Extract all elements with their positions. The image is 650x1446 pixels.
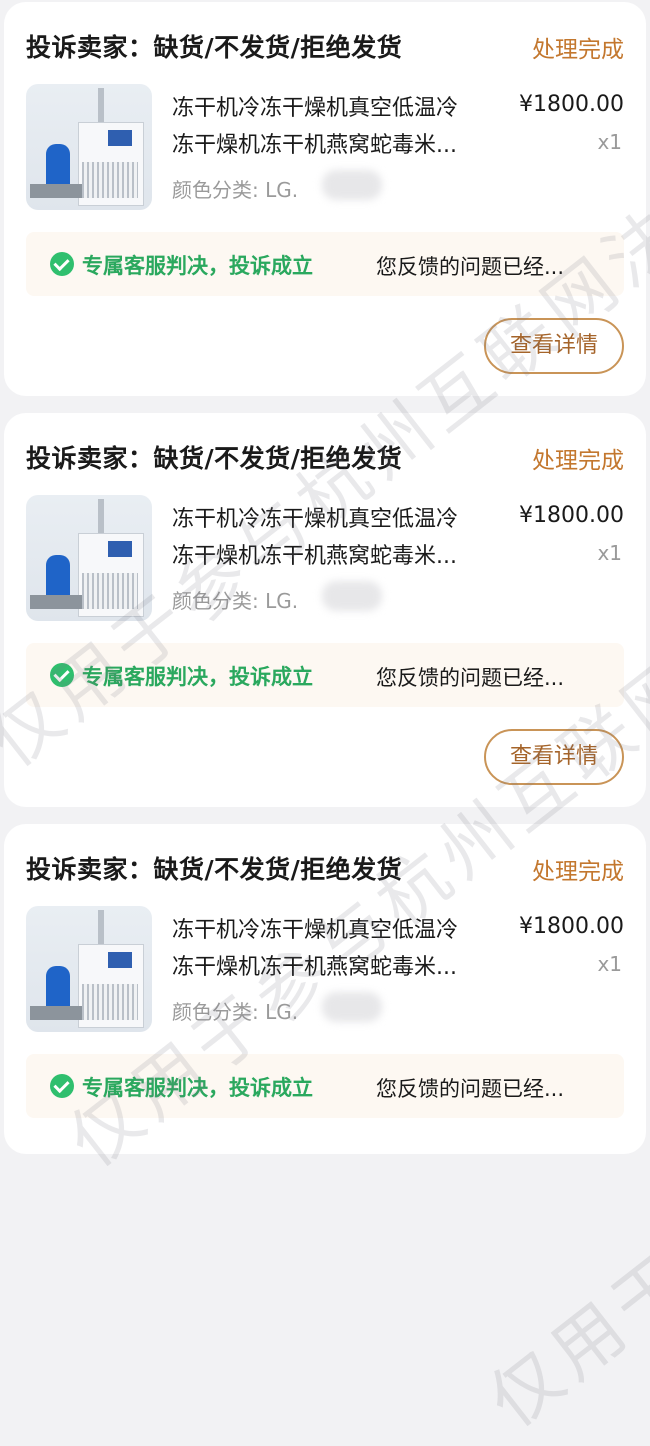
view-details-button[interactable]: 查看详情 xyxy=(484,318,624,374)
product-quantity: x1 xyxy=(597,130,622,154)
product-name-line2: 冻干燥机冻干机燕窝蛇毒米... xyxy=(172,544,457,569)
verdict-label: 专属客服判决，投诉成立 xyxy=(82,665,313,689)
product-variant: 颜色分类: LG. xyxy=(172,1000,299,1024)
complaint-title: 投诉卖家：缺货/不发货/拒绝发货 xyxy=(26,444,403,473)
verdict-bar[interactable]: 专属客服判决，投诉成立 您反馈的问题已经... xyxy=(26,1054,624,1118)
product-name-line1: 冻干机冷冻干燥机真空低温冷 xyxy=(172,96,459,121)
product-thumbnail[interactable] xyxy=(26,906,152,1032)
product-quantity: x1 xyxy=(597,541,622,565)
verdict-label: 专属客服判决，投诉成立 xyxy=(82,1076,313,1100)
product-price: ¥1800.00 xyxy=(519,503,624,528)
redacted-blur xyxy=(322,170,382,200)
product-thumbnail[interactable] xyxy=(26,84,152,210)
redacted-blur xyxy=(322,992,382,1022)
status-badge: 处理完成 xyxy=(532,448,624,474)
verdict-message: 您反馈的问题已经... xyxy=(376,255,565,279)
status-badge: 处理完成 xyxy=(532,37,624,63)
status-badge: 处理完成 xyxy=(532,859,624,885)
complaint-card[interactable]: 投诉卖家：缺货/不发货/拒绝发货 处理完成 冻干机冷冻干燥机真空低温冷 冻干燥机… xyxy=(4,413,646,807)
product-name[interactable]: 冻干机冷冻干燥机真空低温冷 冻干燥机冻干机燕窝蛇毒米... xyxy=(172,90,502,164)
product-name-line2: 冻干燥机冻干机燕窝蛇毒米... xyxy=(172,955,457,980)
complaint-card[interactable]: 投诉卖家：缺货/不发货/拒绝发货 处理完成 冻干机冷冻干燥机真空低温冷 冻干燥机… xyxy=(4,2,646,396)
verdict-bar[interactable]: 专属客服判决，投诉成立 您反馈的问题已经... xyxy=(26,643,624,707)
product-variant: 颜色分类: LG. xyxy=(172,589,299,613)
product-variant: 颜色分类: LG. xyxy=(172,178,299,202)
verdict-bar[interactable]: 专属客服判决，投诉成立 您反馈的问题已经... xyxy=(26,232,624,296)
check-circle-icon xyxy=(50,663,74,687)
check-circle-icon xyxy=(50,252,74,276)
complaint-title: 投诉卖家：缺货/不发货/拒绝发货 xyxy=(26,855,403,884)
verdict-message: 您反馈的问题已经... xyxy=(376,666,565,690)
check-circle-icon xyxy=(50,1074,74,1098)
verdict-label: 专属客服判决，投诉成立 xyxy=(82,254,313,278)
verdict-message: 您反馈的问题已经... xyxy=(376,1077,565,1101)
product-price: ¥1800.00 xyxy=(519,914,624,939)
product-quantity: x1 xyxy=(597,952,622,976)
product-name-line1: 冻干机冷冻干燥机真空低温冷 xyxy=(172,918,459,943)
complaint-title: 投诉卖家：缺货/不发货/拒绝发货 xyxy=(26,33,403,62)
product-name-line1: 冻干机冷冻干燥机真空低温冷 xyxy=(172,507,459,532)
product-thumbnail[interactable] xyxy=(26,495,152,621)
product-name-line2: 冻干燥机冻干机燕窝蛇毒米... xyxy=(172,133,457,158)
product-name[interactable]: 冻干机冷冻干燥机真空低温冷 冻干燥机冻干机燕窝蛇毒米... xyxy=(172,912,502,986)
product-price: ¥1800.00 xyxy=(519,92,624,117)
view-details-button[interactable]: 查看详情 xyxy=(484,729,624,785)
redacted-blur xyxy=(322,581,382,611)
product-name[interactable]: 冻干机冷冻干燥机真空低温冷 冻干燥机冻干机燕窝蛇毒米... xyxy=(172,501,502,575)
complaint-card[interactable]: 投诉卖家：缺货/不发货/拒绝发货 处理完成 冻干机冷冻干燥机真空低温冷 冻干燥机… xyxy=(4,824,646,1154)
